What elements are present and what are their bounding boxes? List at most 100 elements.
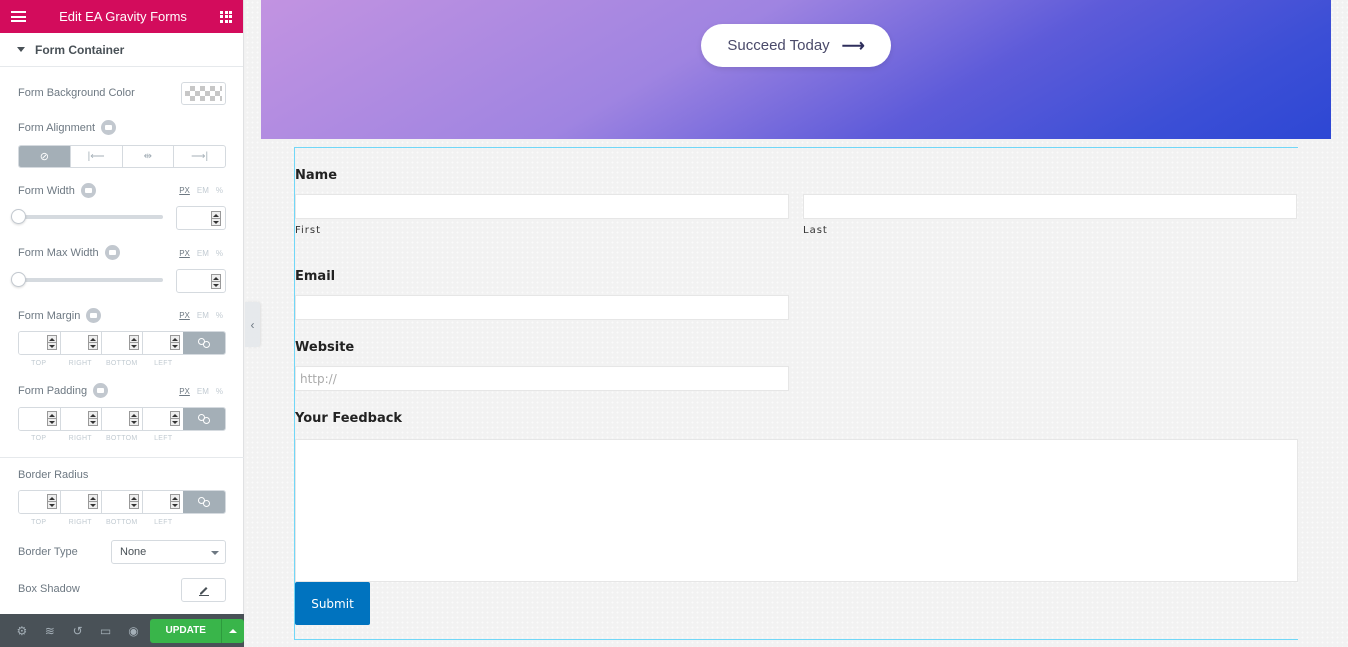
unit-percent[interactable]: % bbox=[216, 311, 223, 320]
border-type-select[interactable]: None bbox=[111, 540, 226, 564]
radius-right-input[interactable] bbox=[60, 491, 101, 513]
align-right-icon: ⟶| bbox=[191, 151, 209, 162]
margin-right-input[interactable] bbox=[60, 332, 101, 354]
radius-bottom-input[interactable] bbox=[101, 491, 142, 513]
editor-panel: Edit EA Gravity Forms Form Container For… bbox=[0, 0, 244, 647]
unit-em[interactable]: EM bbox=[197, 249, 209, 258]
max-width-input[interactable] bbox=[176, 269, 226, 293]
slider-handle[interactable] bbox=[11, 209, 26, 224]
gravity-form: Name First Last Email Website http:// Yo… bbox=[294, 147, 1298, 640]
width-label: Form Width bbox=[18, 183, 96, 198]
responsive-icon[interactable] bbox=[86, 308, 102, 323]
unit-px[interactable]: PX bbox=[179, 249, 190, 258]
menu-icon[interactable] bbox=[11, 11, 26, 22]
email-input[interactable] bbox=[295, 295, 789, 320]
history-icon[interactable]: ↺ bbox=[64, 614, 92, 647]
width-slider[interactable] bbox=[11, 209, 163, 224]
last-sublabel: Last bbox=[803, 225, 828, 236]
section-title: Form Container bbox=[35, 42, 125, 57]
panel-header: Edit EA Gravity Forms bbox=[0, 0, 243, 33]
widgets-grid-icon[interactable] bbox=[220, 10, 232, 23]
caret-down-icon bbox=[17, 47, 25, 52]
padding-label-text: Form Padding bbox=[18, 384, 88, 397]
first-name-input[interactable] bbox=[295, 194, 789, 219]
spinner-icon[interactable] bbox=[211, 211, 221, 226]
dim-label: BOTTOM bbox=[105, 435, 138, 442]
hero-section: Succeed Today ⟶ bbox=[261, 0, 1331, 139]
spinner-icon[interactable] bbox=[211, 274, 221, 289]
padding-link-button[interactable] bbox=[183, 408, 225, 430]
border-type-label: Border Type bbox=[18, 546, 78, 558]
responsive-icon[interactable] bbox=[101, 120, 117, 135]
radius-left-input[interactable] bbox=[142, 491, 183, 513]
submit-button[interactable]: Submit bbox=[295, 582, 370, 625]
unit-percent[interactable]: % bbox=[216, 186, 223, 195]
link-icon bbox=[198, 338, 210, 348]
border-radius-dimensions bbox=[18, 490, 226, 514]
align-right-button[interactable]: ⟶| bbox=[173, 146, 225, 167]
website-input[interactable]: http:// bbox=[295, 366, 789, 391]
collapse-panel-button[interactable]: ‹ bbox=[245, 302, 260, 347]
update-button[interactable]: UPDATE bbox=[150, 618, 222, 643]
padding-right-input[interactable] bbox=[60, 408, 101, 430]
unit-px[interactable]: PX bbox=[179, 387, 190, 396]
align-left-button[interactable]: |⟵ bbox=[69, 146, 122, 167]
dim-label: RIGHT bbox=[68, 360, 92, 367]
chevron-left-icon: ‹ bbox=[250, 317, 255, 332]
dim-label: LEFT bbox=[154, 519, 173, 526]
responsive-icon[interactable] bbox=[93, 383, 109, 398]
feedback-label: Your Feedback bbox=[295, 411, 403, 426]
responsive-mode-icon[interactable]: ▭ bbox=[92, 614, 120, 647]
unit-percent[interactable]: % bbox=[216, 387, 223, 396]
unit-em[interactable]: EM bbox=[197, 311, 209, 320]
dim-label: TOP bbox=[31, 360, 47, 367]
padding-label: Form Padding bbox=[18, 383, 109, 398]
width-input[interactable] bbox=[176, 206, 226, 230]
unit-em[interactable]: EM bbox=[197, 186, 209, 195]
margin-left-input[interactable] bbox=[142, 332, 183, 354]
last-name-input[interactable] bbox=[803, 194, 1297, 219]
responsive-icon[interactable] bbox=[80, 183, 96, 198]
alignment-label: Form Alignment bbox=[18, 120, 117, 135]
settings-icon[interactable]: ⚙ bbox=[8, 614, 36, 647]
unit-px[interactable]: PX bbox=[179, 311, 190, 320]
preview-icon[interactable]: ◉ bbox=[120, 614, 148, 647]
padding-left-input[interactable] bbox=[142, 408, 183, 430]
name-label: Name bbox=[295, 168, 338, 183]
max-width-slider[interactable] bbox=[11, 272, 163, 287]
padding-bottom-input[interactable] bbox=[101, 408, 142, 430]
alignment-label-text: Form Alignment bbox=[18, 121, 96, 134]
slider-handle[interactable] bbox=[11, 272, 26, 287]
update-options-button[interactable] bbox=[221, 618, 244, 643]
margin-top-input[interactable] bbox=[19, 332, 60, 354]
radius-top-input[interactable] bbox=[19, 491, 60, 513]
preview-canvas: ‹ Succeed Today ⟶ Name First Last Email … bbox=[245, 0, 1348, 647]
unit-em[interactable]: EM bbox=[197, 387, 209, 396]
unit-percent[interactable]: % bbox=[216, 249, 223, 258]
radius-dim-labels: TOP RIGHT BOTTOM LEFT bbox=[18, 519, 184, 526]
radius-link-button[interactable] bbox=[183, 491, 225, 513]
unit-px[interactable]: PX bbox=[179, 186, 190, 195]
padding-dimensions bbox=[18, 407, 226, 431]
box-shadow-edit-button[interactable] bbox=[181, 578, 226, 602]
dim-label: TOP bbox=[31, 519, 47, 526]
dim-label: RIGHT bbox=[68, 519, 92, 526]
feedback-textarea[interactable] bbox=[295, 439, 1298, 582]
margin-label: Form Margin bbox=[18, 308, 102, 323]
margin-dim-labels: TOP RIGHT BOTTOM LEFT bbox=[18, 360, 184, 367]
succeed-today-button[interactable]: Succeed Today ⟶ bbox=[701, 24, 891, 67]
pencil-icon bbox=[198, 587, 209, 596]
align-none-button[interactable]: ⊘ bbox=[19, 146, 70, 167]
first-sublabel: First bbox=[295, 225, 322, 236]
padding-top-input[interactable] bbox=[19, 408, 60, 430]
align-center-button[interactable]: ⇹ bbox=[121, 146, 174, 167]
margin-bottom-input[interactable] bbox=[101, 332, 142, 354]
navigator-icon[interactable]: ≋ bbox=[36, 614, 64, 647]
bg-color-picker[interactable] bbox=[181, 82, 226, 105]
border-type-value: None bbox=[120, 546, 147, 558]
section-form-container[interactable]: Form Container bbox=[0, 33, 243, 67]
cta-label: Succeed Today bbox=[727, 37, 830, 54]
margin-link-button[interactable] bbox=[183, 332, 225, 354]
responsive-icon[interactable] bbox=[104, 245, 120, 260]
width-label-text: Form Width bbox=[18, 184, 75, 197]
